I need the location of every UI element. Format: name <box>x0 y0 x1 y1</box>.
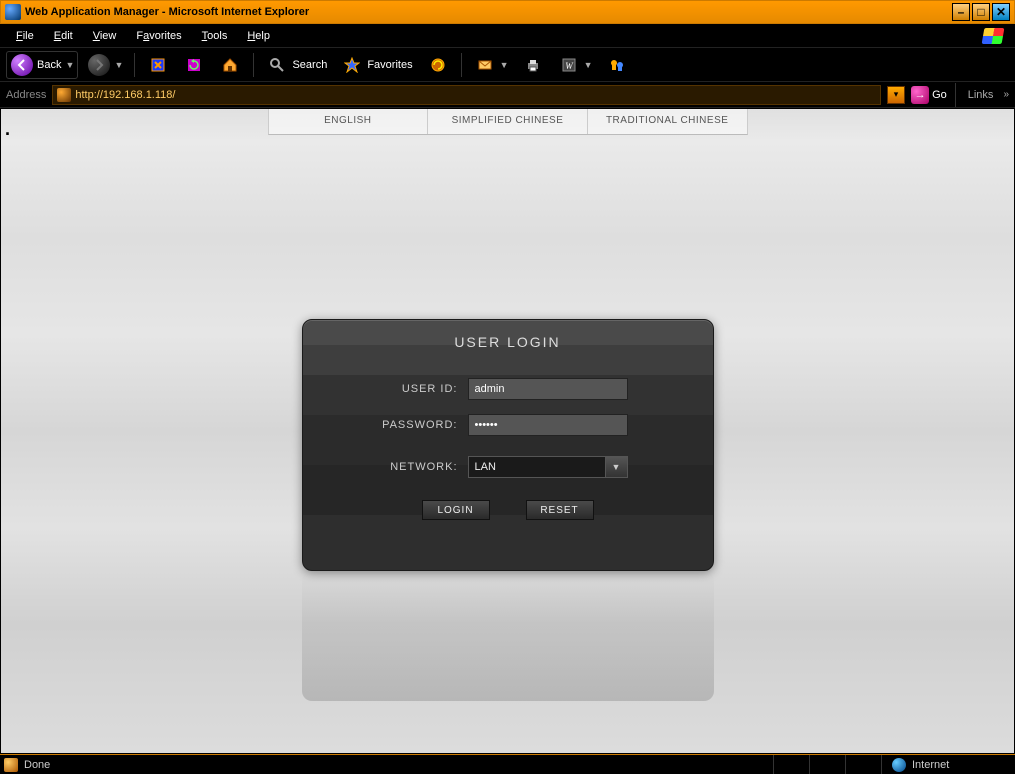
history-button[interactable] <box>423 51 453 79</box>
home-button[interactable] <box>215 51 245 79</box>
login-button[interactable]: LOGIN <box>422 500 490 520</box>
login-panel: USER LOGIN USER ID: PASSWORD: NETWORK: L… <box>302 319 714 571</box>
password-label: PASSWORD: <box>363 419 458 431</box>
reset-button[interactable]: RESET <box>526 500 594 520</box>
status-zone: Internet <box>881 755 1011 774</box>
status-segment-2 <box>809 755 839 774</box>
status-segment-3 <box>845 755 875 774</box>
page-viewport: . ENGLISH SIMPLIFIED CHINESE TRADITIONAL… <box>0 108 1015 754</box>
menu-edit[interactable]: Edit <box>46 28 81 44</box>
password-input[interactable] <box>468 414 628 436</box>
status-bar: Done Internet <box>0 754 1015 774</box>
go-arrow-icon: → <box>911 86 929 104</box>
zone-label: Internet <box>912 759 949 771</box>
mail-dropdown-icon[interactable]: ▼ <box>500 60 508 70</box>
address-bar: Address http://192.168.1.118/ ▾ → Go Lin… <box>0 82 1015 108</box>
status-segment-1 <box>773 755 803 774</box>
network-label: NETWORK: <box>363 461 458 473</box>
edit-dropdown-icon[interactable]: ▼ <box>584 60 592 70</box>
status-text: Done <box>24 759 50 771</box>
menu-tools[interactable]: Tools <box>194 28 236 44</box>
menu-favorites[interactable]: Favorites <box>128 28 189 44</box>
search-label: Search <box>292 59 327 71</box>
network-select-value: LAN <box>469 461 605 473</box>
print-icon <box>522 54 544 76</box>
menu-help[interactable]: Help <box>239 28 278 44</box>
stop-icon <box>147 54 169 76</box>
toolbar-separator-2 <box>253 53 254 77</box>
network-select[interactable]: LAN ▼ <box>468 456 628 478</box>
status-page-icon <box>4 758 18 772</box>
search-icon <box>266 54 288 76</box>
edit-w-icon: W <box>558 54 580 76</box>
search-button[interactable]: Search <box>262 51 331 79</box>
go-button[interactable]: → Go <box>911 86 947 104</box>
user-id-input[interactable] <box>468 378 628 400</box>
network-select-dropdown-icon[interactable]: ▼ <box>605 457 627 477</box>
language-tabs: ENGLISH SIMPLIFIED CHINESE TRADITIONAL C… <box>268 109 748 135</box>
minimize-button[interactable]: – <box>952 3 970 21</box>
back-dropdown-icon[interactable]: ▼ <box>65 60 73 70</box>
back-label: Back <box>37 59 61 71</box>
lang-tab-simplified-chinese[interactable]: SIMPLIFIED CHINESE <box>428 109 588 134</box>
forward-dropdown-icon[interactable]: ▼ <box>114 60 122 70</box>
menu-bar: File Edit View Favorites Tools Help <box>0 24 1015 48</box>
edit-button[interactable]: W ▼ <box>554 51 596 79</box>
close-button[interactable]: ✕ <box>992 3 1010 21</box>
window-title: Web Application Manager - Microsoft Inte… <box>25 6 948 18</box>
menu-file-label: ile <box>23 30 34 42</box>
address-separator <box>955 83 956 107</box>
lang-tab-english[interactable]: ENGLISH <box>269 109 429 134</box>
address-label: Address <box>6 89 46 101</box>
back-button[interactable]: Back ▼ <box>6 51 78 79</box>
maximize-button[interactable]: □ <box>972 3 990 21</box>
back-arrow-icon <box>11 54 33 76</box>
login-title: USER LOGIN <box>303 334 713 350</box>
menu-view[interactable]: View <box>85 28 125 44</box>
window-titlebar: Web Application Manager - Microsoft Inte… <box>0 0 1015 24</box>
address-url: http://192.168.1.118/ <box>75 89 876 101</box>
messenger-button[interactable] <box>602 51 632 79</box>
print-button[interactable] <box>518 51 548 79</box>
star-icon <box>341 54 363 76</box>
toolbar: Back ▼ ▼ Search Favorites <box>0 48 1015 82</box>
favorites-button[interactable]: Favorites <box>337 51 416 79</box>
forward-button[interactable]: ▼ <box>84 51 126 79</box>
address-input[interactable]: http://192.168.1.118/ <box>52 85 881 105</box>
go-label: Go <box>932 89 947 101</box>
page-icon <box>57 88 71 102</box>
app-icon <box>5 4 21 20</box>
refresh-icon <box>183 54 205 76</box>
history-icon <box>427 54 449 76</box>
lang-tab-traditional-chinese[interactable]: TRADITIONAL CHINESE <box>588 109 747 134</box>
page-corner-dot: . <box>5 119 10 140</box>
home-icon <box>219 54 241 76</box>
toolbar-separator <box>134 53 135 77</box>
login-panel-reflection <box>302 571 714 701</box>
address-dropdown-button[interactable]: ▾ <box>887 86 905 104</box>
toolbar-separator-3 <box>461 53 462 77</box>
refresh-button[interactable] <box>179 51 209 79</box>
links-expand-icon[interactable]: » <box>1003 89 1009 100</box>
messenger-icon <box>606 54 628 76</box>
user-id-label: USER ID: <box>363 383 458 395</box>
mail-button[interactable]: ▼ <box>470 51 512 79</box>
forward-arrow-icon <box>88 54 110 76</box>
mail-icon <box>474 54 496 76</box>
favorites-label: Favorites <box>367 59 412 71</box>
stop-button[interactable] <box>143 51 173 79</box>
menu-file[interactable]: File <box>8 28 42 44</box>
windows-logo-icon <box>979 26 1007 46</box>
internet-zone-icon <box>892 758 906 772</box>
links-label[interactable]: Links <box>964 89 998 101</box>
